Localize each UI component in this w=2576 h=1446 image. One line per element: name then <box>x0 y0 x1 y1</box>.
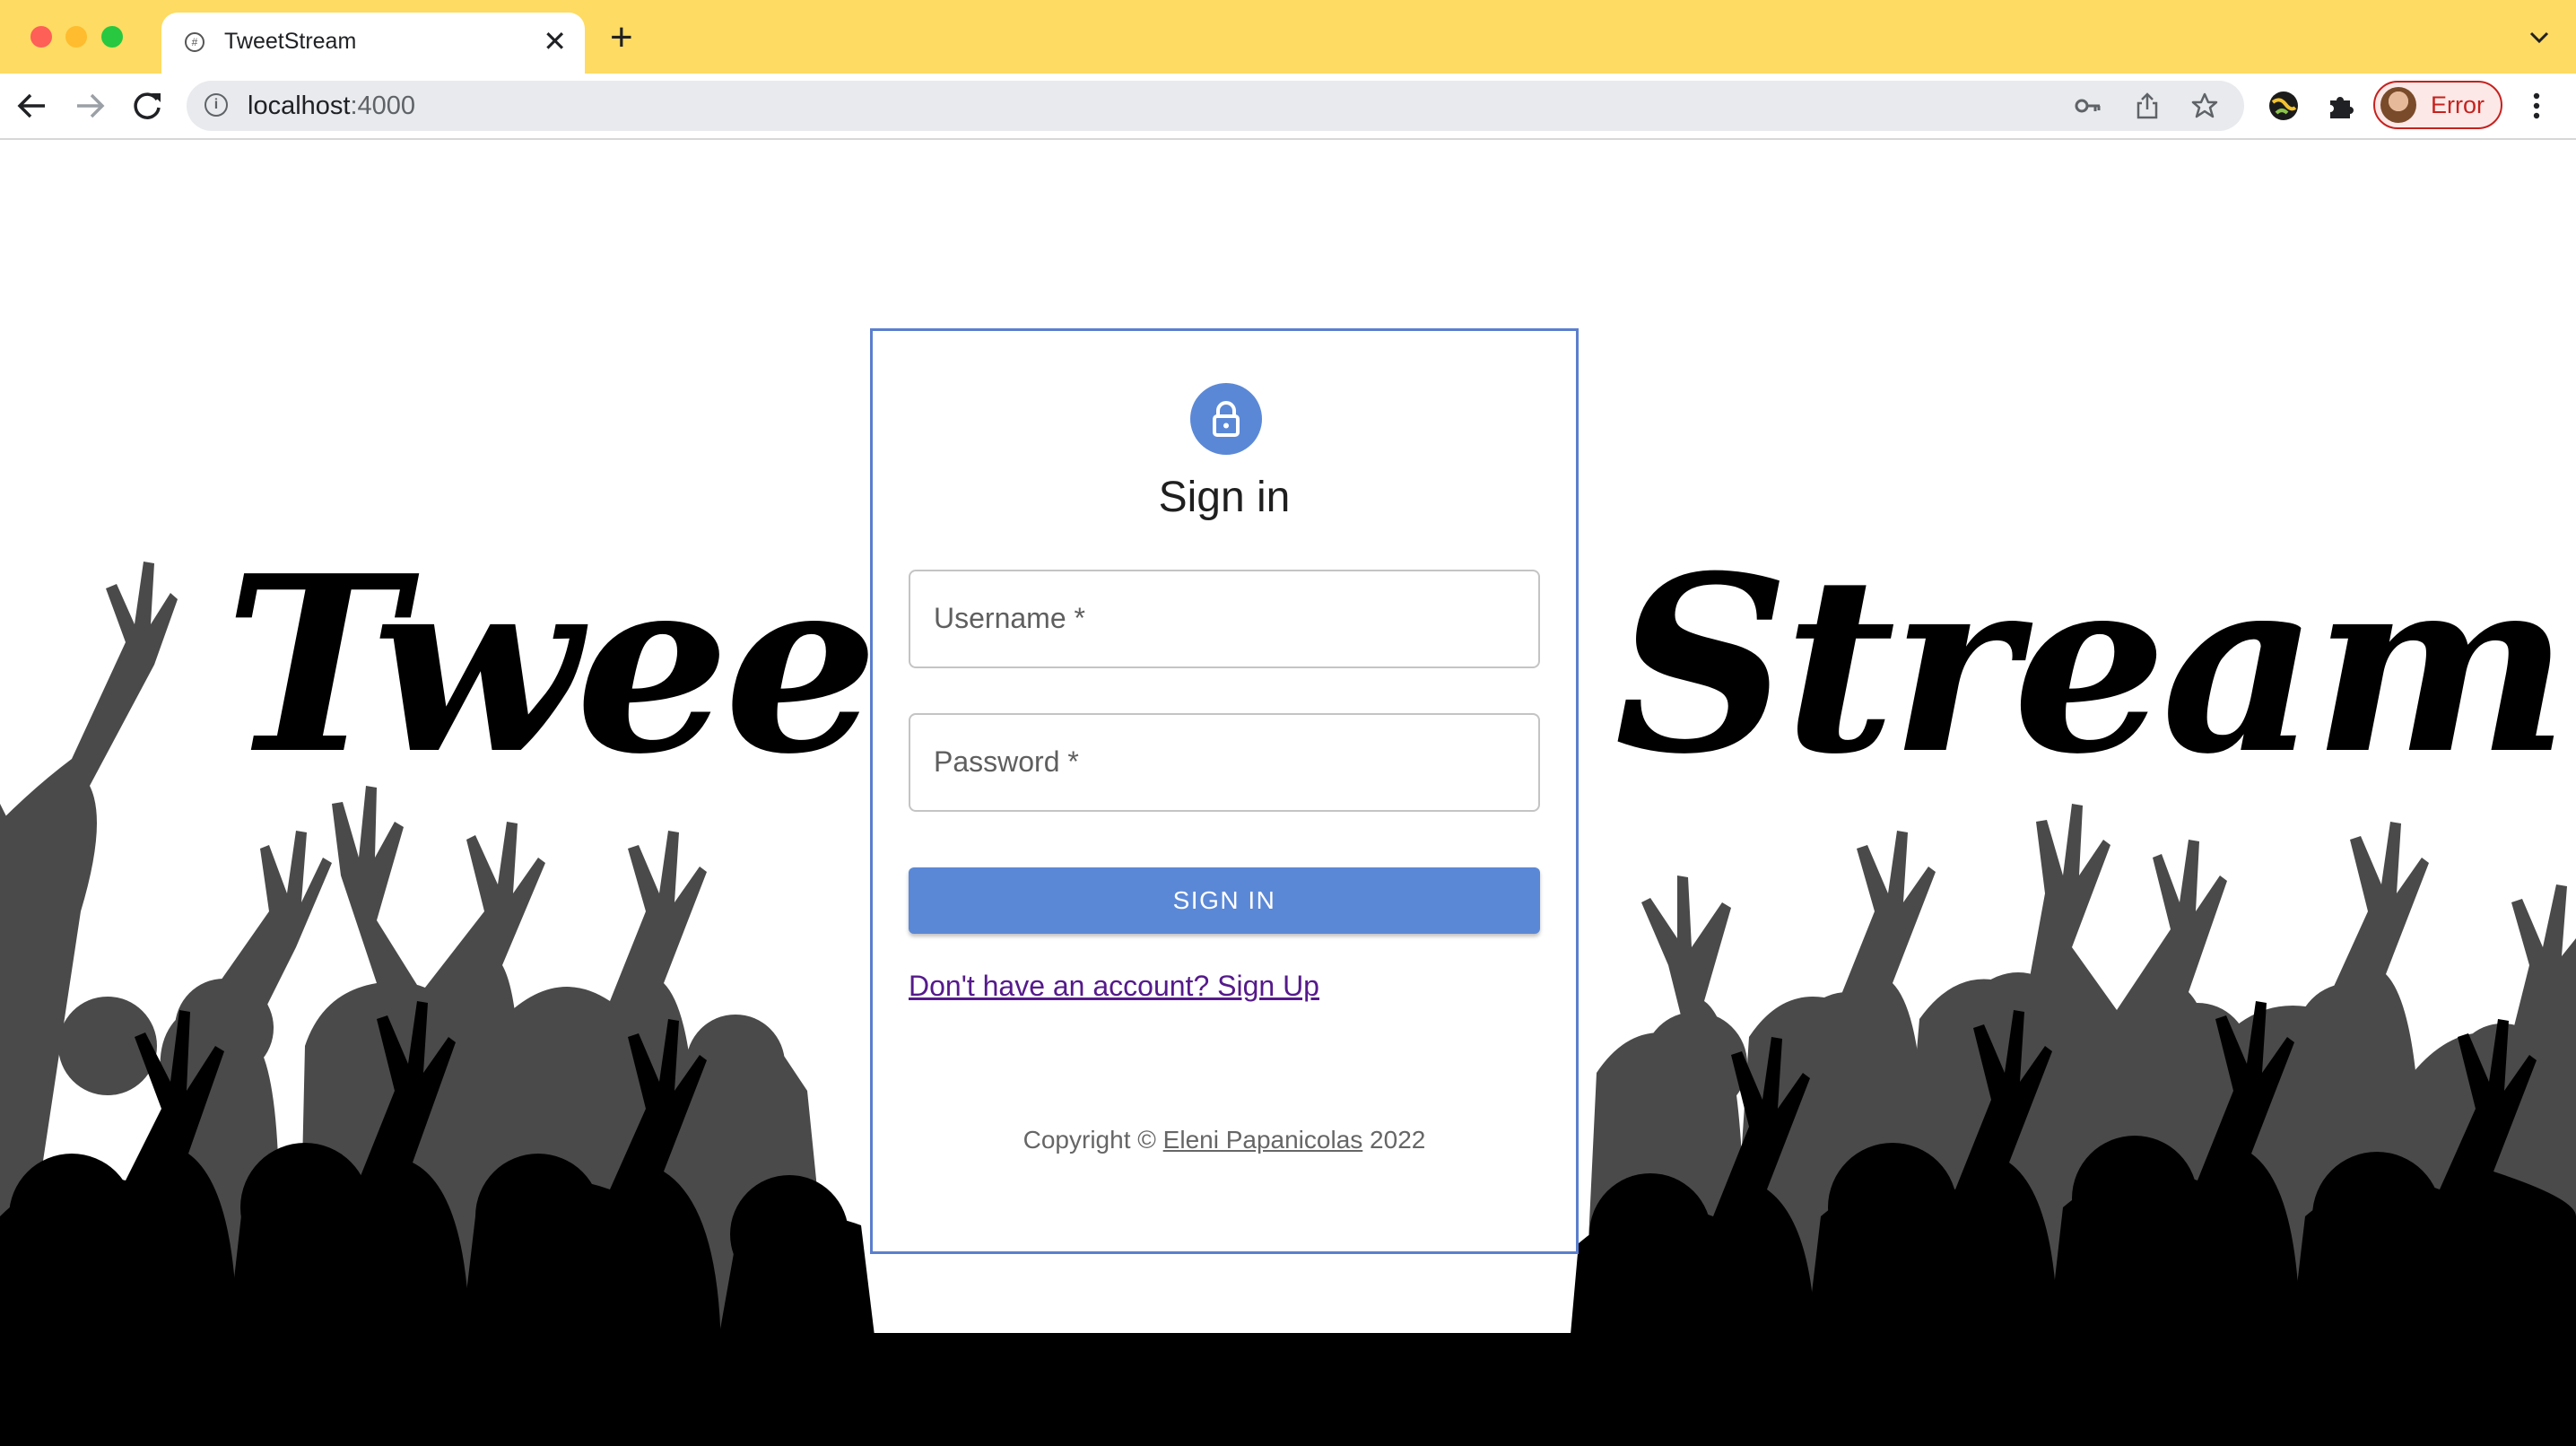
author-link[interactable]: Eleni Papanicolas <box>1163 1126 1363 1154</box>
extensions-puzzle-icon[interactable] <box>2325 90 2357 122</box>
reload-icon[interactable] <box>127 86 167 126</box>
sign-up-link[interactable]: Don't have an account? Sign Up <box>909 970 1319 1003</box>
more-menu-icon[interactable] <box>2526 90 2547 122</box>
url-text: localhost:4000 <box>248 91 416 120</box>
profile-error-button[interactable]: Error <box>2373 81 2502 129</box>
bookmark-star-icon[interactable] <box>2190 91 2219 120</box>
signin-card: Sign in Username * Password * SIGN IN Do… <box>870 328 1579 1254</box>
back-arrow-icon[interactable] <box>13 86 52 126</box>
close-window-button[interactable] <box>30 26 52 48</box>
signin-title: Sign in <box>1158 474 1291 521</box>
browser-toolbar: i localhost:4000 Error <box>0 74 2576 140</box>
tab-title: TweetStream <box>224 29 357 54</box>
username-field[interactable]: Username * <box>909 570 1540 668</box>
close-tab-button[interactable]: ✕ <box>543 25 567 57</box>
tab-search-chevron-icon[interactable] <box>2526 23 2553 50</box>
key-icon[interactable] <box>2074 91 2102 120</box>
password-input[interactable] <box>910 715 1538 810</box>
forward-arrow-icon[interactable] <box>70 86 109 126</box>
browser-tab[interactable]: # TweetStream ✕ <box>161 13 585 74</box>
profile-status-label: Error <box>2431 91 2485 118</box>
share-icon[interactable] <box>2133 91 2162 120</box>
avatar <box>2380 87 2416 123</box>
globe-icon: # <box>185 32 205 52</box>
new-tab-button[interactable]: + <box>610 18 633 57</box>
password-field[interactable]: Password * <box>909 713 1540 812</box>
copyright-text: Copyright © Eleni Papanicolas 2022 <box>1023 1126 1426 1154</box>
address-bar[interactable]: i localhost:4000 <box>187 81 2244 131</box>
hero-title-left: Tweet <box>224 522 985 807</box>
maximize-window-button[interactable] <box>101 26 123 48</box>
site-info-icon[interactable]: i <box>205 93 228 117</box>
minimize-window-button[interactable] <box>65 26 87 48</box>
hero-title-right: Stream <box>1614 522 2569 807</box>
browser-tab-strip: # TweetStream ✕ + <box>0 0 2576 74</box>
extension-globe-icon[interactable] <box>2267 90 2300 122</box>
lock-icon <box>1213 401 1240 437</box>
page-content: Tweet Stream Sign in Username * Password… <box>0 140 2576 1446</box>
username-input[interactable] <box>910 571 1538 666</box>
lock-avatar <box>1190 383 1262 455</box>
sign-in-button[interactable]: SIGN IN <box>909 867 1540 934</box>
